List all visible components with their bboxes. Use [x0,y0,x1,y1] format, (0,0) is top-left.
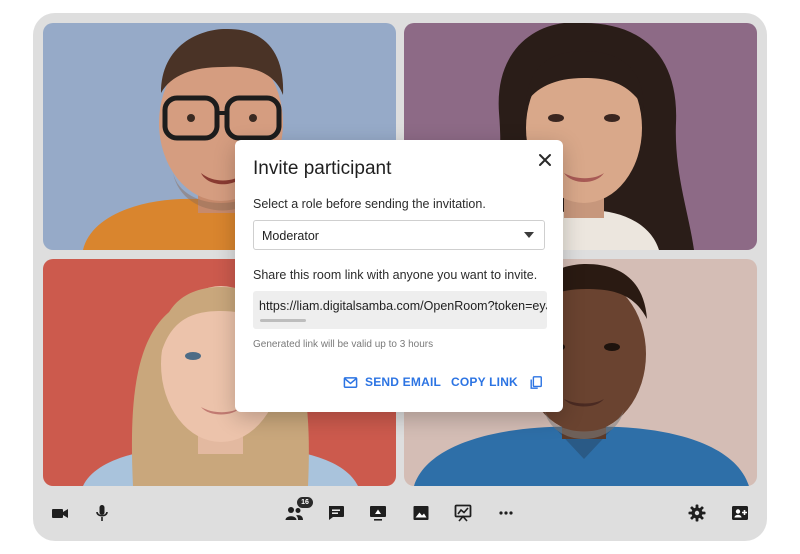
copy-link-button[interactable]: COPY LINK [451,373,543,391]
close-button[interactable] [535,150,555,170]
screen-share-button[interactable] [368,503,388,523]
microphone-icon [96,505,108,521]
close-icon [539,154,551,166]
participants-count-badge: 16 [297,497,313,508]
chat-button[interactable] [326,503,346,523]
role-instruction: Select a role before sending the invitat… [253,197,486,211]
settings-icon [688,504,706,522]
image-icon [413,506,429,520]
video-camera-icon [52,509,68,518]
room-link-value: https://liam.digitalsamba.com/OpenRoom?t… [259,299,547,313]
invite-participant-dialog: Invite participant Select a role before … [235,140,563,412]
copy-link-label: COPY LINK [451,375,518,389]
screen-share-icon [370,506,386,521]
more-icon [499,511,513,515]
microphone-button[interactable] [92,503,112,523]
whiteboard-icon [454,504,472,522]
email-icon [343,376,358,388]
copy-icon [530,375,542,389]
send-email-button[interactable]: SEND EMAIL [343,373,441,391]
link-validity-note: Generated link will be valid up to 3 hou… [253,339,434,350]
settings-button[interactable] [687,503,707,523]
send-email-label: SEND EMAIL [365,375,442,389]
invite-participant-button[interactable] [730,503,750,523]
image-button[interactable] [411,503,431,523]
link-scrollbar[interactable] [260,319,306,322]
share-instruction: Share this room link with anyone you wan… [253,268,538,282]
room-link-field[interactable]: https://liam.digitalsamba.com/OpenRoom?t… [253,291,547,329]
chat-icon [329,506,344,520]
role-select[interactable]: Moderator [253,220,545,250]
more-options-button[interactable] [496,503,516,523]
role-select-value: Moderator [262,229,319,243]
dialog-title: Invite participant [253,158,392,179]
camera-button[interactable] [50,503,70,523]
caret-down-icon [524,232,534,238]
invite-participant-icon [732,506,748,520]
whiteboard-button[interactable] [453,503,473,523]
